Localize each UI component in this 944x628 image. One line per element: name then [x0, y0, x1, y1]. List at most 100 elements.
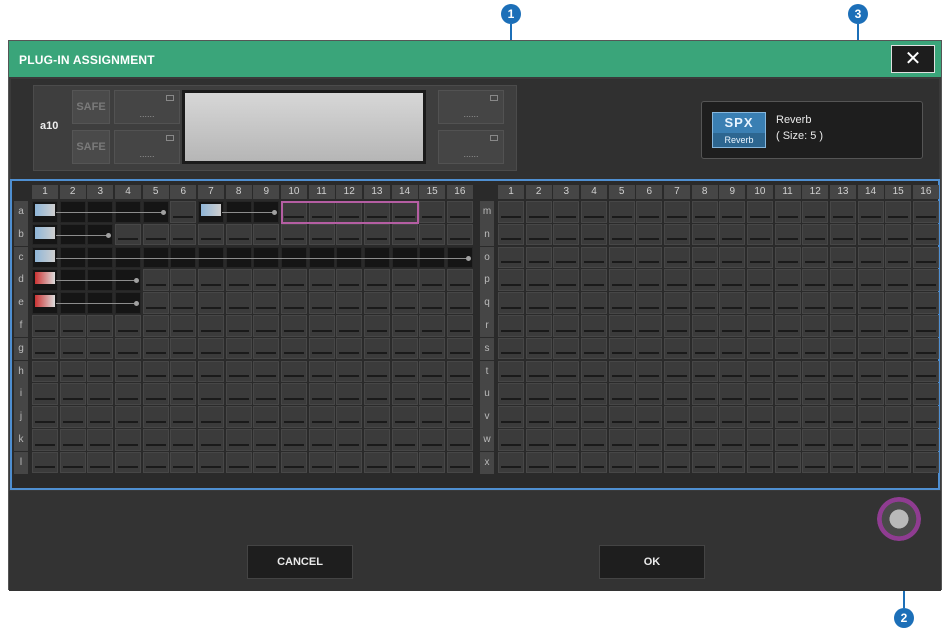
rack-slot-cell[interactable]: [308, 315, 335, 337]
rack-slot-cell[interactable]: [142, 292, 169, 314]
rack-slot-cell[interactable]: [419, 337, 446, 360]
rack-slot-cell[interactable]: [170, 315, 197, 337]
rack-slot-cell[interactable]: [608, 451, 635, 474]
rack-slot-cell[interactable]: [691, 429, 718, 451]
rack-slot-cell[interactable]: [829, 292, 856, 314]
rack-slot-cell[interactable]: [829, 337, 856, 360]
rack-slot-cell[interactable]: [636, 269, 663, 291]
rack-slot-cell[interactable]: [391, 315, 418, 337]
rack-slot-cell[interactable]: [59, 360, 86, 383]
rack-slot-cell[interactable]: [885, 429, 912, 451]
rack-slot-cell[interactable]: [829, 451, 856, 474]
rack-slot-cell[interactable]: [857, 223, 884, 246]
rack-slot-cell[interactable]: [719, 360, 746, 383]
rack-slot-cell[interactable]: [885, 315, 912, 337]
rack-slot-cell[interactable]: [746, 383, 773, 405]
rack-slot-cell[interactable]: [608, 406, 635, 428]
rack-slot-cell[interactable]: [525, 360, 552, 383]
rack-slot-cell[interactable]: [225, 383, 252, 405]
rack-slot-cell[interactable]: [857, 315, 884, 337]
rack-slot-cell[interactable]: [774, 337, 801, 360]
rack-slot-cell[interactable]: [32, 383, 58, 405]
rack-slot-cell[interactable]: [308, 383, 335, 405]
rack-slot-cell[interactable]: [419, 269, 446, 291]
rack-slot-cell[interactable]: [498, 246, 524, 269]
rack-slot-cell[interactable]: [691, 337, 718, 360]
rack-slot-cell[interactable]: [253, 429, 280, 451]
rack-slot-cell[interactable]: [225, 360, 252, 383]
slot-button-left-top[interactable]: ......: [114, 90, 180, 124]
rack-slot-cell[interactable]: [636, 451, 663, 474]
rack-slot-cell[interactable]: [829, 360, 856, 383]
rack-slot-cell[interactable]: [857, 269, 884, 291]
rack-slot-cell[interactable]: [746, 451, 773, 474]
rack-slot-cell[interactable]: [885, 406, 912, 428]
rack-slot-cell[interactable]: [580, 429, 607, 451]
rack-slot-cell[interactable]: [498, 201, 524, 223]
rack-slot-cell[interactable]: [225, 337, 252, 360]
rack-slot-cell[interactable]: [802, 360, 829, 383]
rack-slot-cell[interactable]: [525, 337, 552, 360]
rack-slot-cell[interactable]: [885, 451, 912, 474]
rack-slot-cell[interactable]: [912, 337, 939, 360]
rack-slot-cell[interactable]: [553, 246, 580, 269]
rack-slot-cell[interactable]: [829, 269, 856, 291]
cancel-button[interactable]: CANCEL: [247, 545, 353, 579]
rack-slot-cell[interactable]: [636, 315, 663, 337]
rack-slot-cell[interactable]: [663, 429, 690, 451]
rack-slot-cell[interactable]: [829, 406, 856, 428]
rack-slot-cell[interactable]: [885, 337, 912, 360]
rack-slot-cell[interactable]: [912, 201, 939, 223]
rack-slot-cell[interactable]: [580, 269, 607, 291]
rack-slot-cell[interactable]: [719, 269, 746, 291]
rack-slot-cell[interactable]: [419, 451, 446, 474]
rack-slot-cell[interactable]: [336, 269, 363, 291]
rack-slot-cell[interactable]: [829, 223, 856, 246]
rack-slot-cell[interactable]: [363, 360, 390, 383]
rack-slot-cell[interactable]: [857, 406, 884, 428]
rack-slot-cell[interactable]: [142, 360, 169, 383]
safe-button-bottom[interactable]: SAFE: [72, 130, 110, 164]
rack-slot-cell[interactable]: [802, 269, 829, 291]
rack-slot-cell[interactable]: [446, 383, 473, 405]
rack-slot-cell[interactable]: [142, 383, 169, 405]
rack-slot-cell[interactable]: [87, 451, 114, 474]
rack-slot-cell[interactable]: [912, 360, 939, 383]
rack-slot-cell[interactable]: [87, 315, 114, 337]
rack-slot-cell[interactable]: [498, 223, 524, 246]
rack-slot-cell[interactable]: [280, 269, 307, 291]
rack-slot-cell[interactable]: [525, 383, 552, 405]
rack-slot-cell[interactable]: [608, 429, 635, 451]
rack-slot-cell[interactable]: [608, 246, 635, 269]
rack-slot-cell[interactable]: [719, 292, 746, 314]
rack-slot-cell[interactable]: [308, 292, 335, 314]
rack-slot-cell[interactable]: [446, 360, 473, 383]
rack-slot-cell[interactable]: [253, 315, 280, 337]
rack-slot-cell[interactable]: [142, 337, 169, 360]
rack-slot-cell[interactable]: [419, 201, 446, 223]
rack-slot-cell[interactable]: [912, 383, 939, 405]
rack-slot-cell[interactable]: [719, 383, 746, 405]
rack-slot-cell[interactable]: [59, 383, 86, 405]
rack-slot-cell[interactable]: [59, 451, 86, 474]
rack-slot-cell[interactable]: [885, 246, 912, 269]
rack-slot-cell[interactable]: [446, 292, 473, 314]
rack-slot-cell[interactable]: [912, 223, 939, 246]
rack-slot-cell[interactable]: [391, 360, 418, 383]
rack-slot-cell[interactable]: [802, 429, 829, 451]
rack-slot-cell[interactable]: [857, 292, 884, 314]
rack-slot-cell[interactable]: [253, 269, 280, 291]
rack-slot-cell[interactable]: [498, 429, 524, 451]
rack-slot-cell[interactable]: [580, 360, 607, 383]
rack-slot-cell[interactable]: [446, 337, 473, 360]
rack-slot-cell[interactable]: [253, 406, 280, 428]
rack-slot-cell[interactable]: [446, 269, 473, 291]
rack-slot-cell[interactable]: [498, 360, 524, 383]
rack-slot-cell[interactable]: [663, 383, 690, 405]
rack-slot-cell[interactable]: [663, 315, 690, 337]
rack-slot-cell[interactable]: [663, 201, 690, 223]
rack-slot-cell[interactable]: [336, 360, 363, 383]
rack-slot-cell[interactable]: [636, 223, 663, 246]
rack-slot-cell[interactable]: [114, 383, 141, 405]
rack-slot-cell[interactable]: [719, 223, 746, 246]
